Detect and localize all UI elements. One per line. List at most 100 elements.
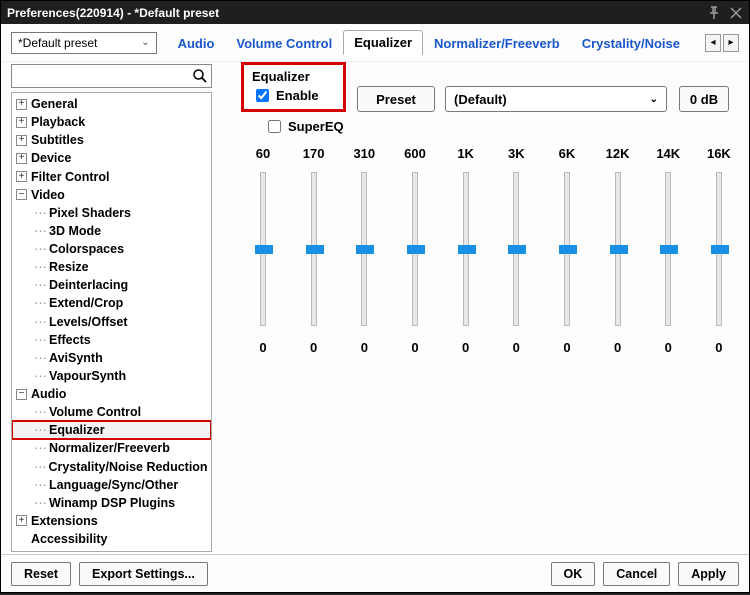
eq-slider[interactable] xyxy=(716,172,722,326)
tree-item-extensions[interactable]: +Extensions xyxy=(12,512,211,530)
tab-scroll-left[interactable]: ◂ xyxy=(705,34,721,52)
tree-item-extend-crop[interactable]: ⋯Extend/Crop xyxy=(12,294,211,312)
eq-slider[interactable] xyxy=(564,172,570,326)
body: +General+Playback+Subtitles+Device+Filte… xyxy=(1,62,749,554)
tree-item-colorspaces[interactable]: ⋯Colorspaces xyxy=(12,240,211,258)
zero-db-button[interactable]: 0 dB xyxy=(679,86,729,112)
export-settings-button[interactable]: Export Settings... xyxy=(79,562,208,586)
tree-item-device[interactable]: +Device xyxy=(12,149,211,167)
tree-item-language-sync-other[interactable]: ⋯Language/Sync/Other xyxy=(12,476,211,494)
chevron-down-icon: ⌄ xyxy=(141,37,149,48)
enable-checkbox[interactable] xyxy=(256,89,269,102)
enable-label: Enable xyxy=(276,88,319,103)
eq-slider-thumb[interactable] xyxy=(306,245,324,254)
eq-slider[interactable] xyxy=(513,172,519,326)
search-icon xyxy=(192,68,208,84)
eq-slider-thumb[interactable] xyxy=(407,245,425,254)
eq-slider[interactable] xyxy=(260,172,266,326)
enable-row[interactable]: Enable xyxy=(244,86,343,105)
tab-scroll-right[interactable]: ▸ xyxy=(723,34,739,52)
tree-item-winamp-dsp-plugins[interactable]: ⋯Winamp DSP Plugins xyxy=(12,494,211,512)
tree-item-filter-control[interactable]: +Filter Control xyxy=(12,168,211,186)
tree-item-accessibility[interactable]: Accessibility xyxy=(12,530,211,548)
expand-icon[interactable]: + xyxy=(16,153,27,164)
tree-item-levels-offset[interactable]: ⋯Levels/Offset xyxy=(12,313,211,331)
ok-button[interactable]: OK xyxy=(551,562,596,586)
tree-item-label: Audio xyxy=(31,385,66,403)
nav-tree-container[interactable]: +General+Playback+Subtitles+Device+Filte… xyxy=(11,92,212,552)
supereq-checkbox[interactable] xyxy=(268,120,281,133)
expand-icon[interactable]: + xyxy=(16,135,27,146)
tree-item-label: VapourSynth xyxy=(49,367,126,385)
expand-icon[interactable]: + xyxy=(16,117,27,128)
search-input[interactable] xyxy=(12,69,192,83)
tab-equalizer[interactable]: Equalizer xyxy=(343,30,423,55)
pin-icon[interactable] xyxy=(707,6,721,20)
expand-icon[interactable]: + xyxy=(16,515,27,526)
eq-band-1k: 1K0 xyxy=(442,146,490,355)
eq-slider-thumb[interactable] xyxy=(255,245,273,254)
eq-slider[interactable] xyxy=(665,172,671,326)
tree-leaf-icon: ⋯ xyxy=(34,276,47,294)
tree-item-3d-mode[interactable]: ⋯3D Mode xyxy=(12,222,211,240)
tree-item-audio[interactable]: −Audio xyxy=(12,385,211,403)
tab-normalizer-freeverb[interactable]: Normalizer/Freeverb xyxy=(423,31,571,55)
search-field[interactable] xyxy=(11,64,212,88)
tab-audio[interactable]: Audio xyxy=(167,31,226,55)
collapse-icon[interactable]: − xyxy=(16,389,27,400)
eq-slider-thumb[interactable] xyxy=(508,245,526,254)
eq-slider-thumb[interactable] xyxy=(559,245,577,254)
preferences-window: Preferences(220914) - *Default preset *D… xyxy=(0,0,750,593)
tree-leaf-icon: ⋯ xyxy=(34,258,47,276)
band-value-label: 0 xyxy=(411,340,418,355)
supereq-row[interactable]: SuperEQ xyxy=(264,117,344,136)
tree-item-label: Extend/Crop xyxy=(49,294,123,312)
eq-preset-select[interactable]: (Default) ⌄ xyxy=(445,86,667,112)
preset-select-value: *Default preset xyxy=(18,36,97,50)
eq-slider-thumb[interactable] xyxy=(610,245,628,254)
tree-item-volume-control[interactable]: ⋯Volume Control xyxy=(12,403,211,421)
tab-volume-control[interactable]: Volume Control xyxy=(225,31,343,55)
tree-item-normalizer-freeverb[interactable]: ⋯Normalizer/Freeverb xyxy=(12,439,211,457)
tab-scroll: ◂ ▸ xyxy=(705,34,739,52)
close-icon[interactable] xyxy=(729,6,743,20)
tree-item-deinterlacing[interactable]: ⋯Deinterlacing xyxy=(12,276,211,294)
tree-leaf-icon: ⋯ xyxy=(34,240,47,258)
preset-select[interactable]: *Default preset ⌄ xyxy=(11,32,157,54)
eq-slider-thumb[interactable] xyxy=(660,245,678,254)
tree-item-equalizer[interactable]: ⋯Equalizer xyxy=(12,421,211,439)
eq-slider-thumb[interactable] xyxy=(458,245,476,254)
tree-item-crystality-noise-reduction[interactable]: ⋯Crystality/Noise Reduction xyxy=(12,458,211,476)
reset-button[interactable]: Reset xyxy=(11,562,71,586)
tree-leaf-icon: ⋯ xyxy=(34,458,47,476)
apply-button[interactable]: Apply xyxy=(678,562,739,586)
tree-item-video[interactable]: −Video xyxy=(12,186,211,204)
preset-button[interactable]: Preset xyxy=(357,86,435,112)
tab-crystality-noise[interactable]: Crystality/Noise xyxy=(571,31,691,55)
eq-slider[interactable] xyxy=(463,172,469,326)
tree-item-pixel-shaders[interactable]: ⋯Pixel Shaders xyxy=(12,204,211,222)
expand-icon[interactable]: + xyxy=(16,99,27,110)
tree-item-label: Normalizer/Freeverb xyxy=(49,439,170,457)
collapse-icon[interactable]: − xyxy=(16,189,27,200)
eq-slider-thumb[interactable] xyxy=(356,245,374,254)
tree-leaf-icon: ⋯ xyxy=(34,204,47,222)
tree-item-general[interactable]: +General xyxy=(12,95,211,113)
tree-leaf-icon: ⋯ xyxy=(34,349,47,367)
tree-item-vapoursynth[interactable]: ⋯VapourSynth xyxy=(12,367,211,385)
tree-item-resize[interactable]: ⋯Resize xyxy=(12,258,211,276)
eq-slider[interactable] xyxy=(412,172,418,326)
tree-leaf-icon: ⋯ xyxy=(34,367,47,385)
eq-slider[interactable] xyxy=(615,172,621,326)
tree-item-subtitles[interactable]: +Subtitles xyxy=(12,131,211,149)
expand-icon[interactable]: + xyxy=(16,171,27,182)
tree-item-avisynth[interactable]: ⋯AviSynth xyxy=(12,349,211,367)
tree-item-effects[interactable]: ⋯Effects xyxy=(12,331,211,349)
tree-item-playback[interactable]: +Playback xyxy=(12,113,211,131)
eq-slider-thumb[interactable] xyxy=(711,245,729,254)
cancel-button[interactable]: Cancel xyxy=(603,562,670,586)
eq-slider[interactable] xyxy=(311,172,317,326)
eq-slider[interactable] xyxy=(361,172,367,326)
tree-leaf-icon: ⋯ xyxy=(34,476,47,494)
chevron-down-icon: ⌄ xyxy=(650,94,658,105)
